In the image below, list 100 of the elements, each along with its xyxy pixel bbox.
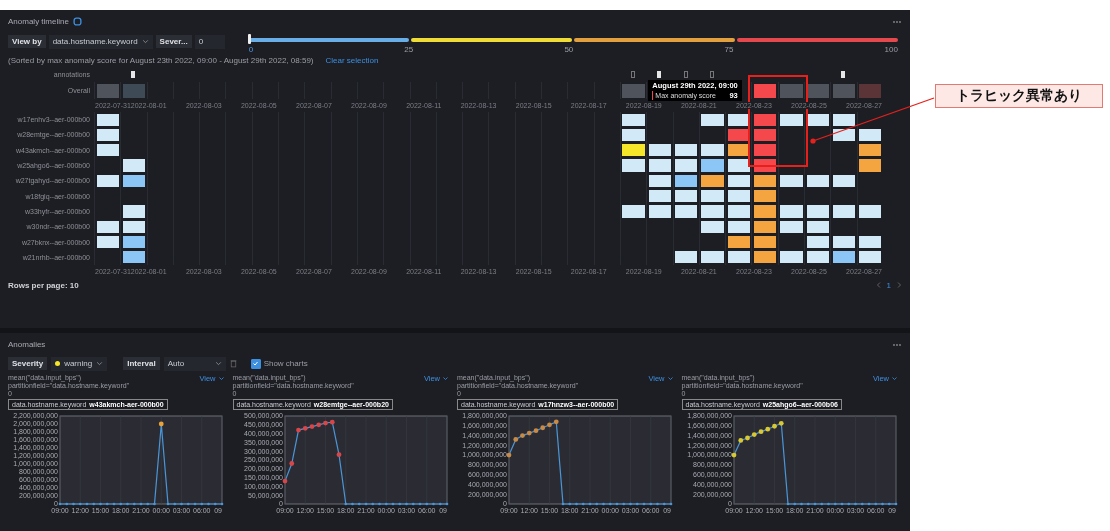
heatmap-cell[interactable]: [726, 127, 751, 143]
heatmap-cell[interactable]: [647, 173, 673, 188]
heatmap-cell[interactable]: [621, 82, 646, 99]
clear-selection-link[interactable]: Clear selection: [325, 56, 379, 65]
heatmap-cell[interactable]: [805, 173, 830, 188]
data-point[interactable]: [418, 502, 421, 506]
heatmap-cell[interactable]: [858, 127, 883, 143]
data-point[interactable]: [72, 502, 75, 506]
data-point[interactable]: [58, 502, 62, 506]
page-number[interactable]: 1: [886, 280, 891, 290]
heatmap-cell[interactable]: [726, 204, 751, 219]
data-point[interactable]: [540, 425, 546, 431]
heatmap-cell[interactable]: [752, 250, 778, 265]
heatmap-cell[interactable]: [647, 143, 673, 158]
heatmap-cell[interactable]: [647, 189, 673, 204]
heatmap-cell[interactable]: [805, 82, 830, 99]
heatmap-cell[interactable]: [621, 112, 646, 127]
data-point[interactable]: [771, 423, 777, 429]
data-point[interactable]: [608, 502, 612, 506]
data-point[interactable]: [860, 502, 864, 506]
data-point[interactable]: [615, 502, 619, 506]
heatmap-cell[interactable]: [674, 158, 699, 173]
data-point[interactable]: [220, 502, 224, 506]
data-point[interactable]: [424, 502, 428, 506]
heatmap-cell[interactable]: [674, 173, 699, 188]
heatmap-cell[interactable]: [647, 204, 673, 219]
data-point[interactable]: [867, 502, 870, 506]
data-point[interactable]: [153, 502, 156, 506]
data-point[interactable]: [751, 432, 757, 437]
data-point[interactable]: [180, 502, 183, 506]
data-point[interactable]: [737, 438, 743, 443]
heatmap-cell[interactable]: [726, 112, 751, 127]
data-point[interactable]: [744, 435, 750, 441]
heatmap-cell[interactable]: [95, 143, 120, 158]
heatmap-cell[interactable]: [726, 234, 751, 250]
data-point[interactable]: [662, 502, 666, 506]
data-point[interactable]: [112, 502, 116, 506]
heatmap-cell[interactable]: [858, 234, 883, 250]
heatmap-cell[interactable]: [121, 219, 147, 234]
data-point[interactable]: [806, 502, 810, 506]
data-point[interactable]: [364, 502, 367, 506]
heatmap-cell[interactable]: [700, 143, 725, 158]
heatmap-cell[interactable]: [726, 143, 751, 158]
heatmap-cell[interactable]: [726, 173, 751, 188]
data-point[interactable]: [158, 421, 164, 427]
data-point[interactable]: [568, 502, 572, 506]
heatmap-cell[interactable]: [752, 219, 778, 234]
data-point[interactable]: [213, 502, 217, 506]
heatmap-cell[interactable]: [121, 173, 147, 188]
data-point[interactable]: [397, 502, 401, 506]
data-point[interactable]: [132, 502, 136, 506]
data-point[interactable]: [894, 502, 897, 506]
data-point[interactable]: [792, 502, 796, 506]
heatmap-cell[interactable]: [121, 82, 147, 99]
heatmap-cell[interactable]: [95, 234, 120, 250]
heatmap-cell[interactable]: [779, 173, 804, 188]
heatmap-cell[interactable]: [621, 158, 646, 173]
data-point[interactable]: [445, 502, 448, 506]
heatmap-cell[interactable]: [674, 204, 699, 219]
heatmap-cell[interactable]: [831, 127, 857, 143]
data-point[interactable]: [656, 502, 659, 506]
heatmap-cell[interactable]: [858, 143, 883, 158]
heatmap-cell[interactable]: [805, 250, 830, 265]
heatmap-cell[interactable]: [95, 82, 120, 99]
heatmap-cell[interactable]: [95, 173, 120, 188]
data-point[interactable]: [826, 502, 830, 506]
heatmap-cell[interactable]: [858, 250, 883, 265]
heatmap-cell[interactable]: [700, 158, 725, 173]
heatmap-cell[interactable]: [752, 189, 778, 204]
data-point[interactable]: [561, 502, 565, 506]
heatmap-cell[interactable]: [700, 219, 725, 234]
heatmap-cell[interactable]: [752, 82, 778, 99]
heatmap-cell[interactable]: [858, 204, 883, 219]
data-point[interactable]: [506, 452, 512, 458]
annotation-marker[interactable]: [631, 71, 636, 78]
data-point[interactable]: [833, 502, 837, 506]
data-point[interactable]: [840, 502, 843, 506]
data-point[interactable]: [649, 502, 653, 506]
data-point[interactable]: [105, 502, 109, 506]
data-point[interactable]: [404, 502, 408, 506]
heatmap-cell[interactable]: [831, 112, 857, 127]
annotation-marker[interactable]: [841, 71, 846, 78]
data-point[interactable]: [391, 502, 394, 506]
data-point[interactable]: [119, 502, 123, 506]
heatmap-cell[interactable]: [805, 204, 830, 219]
trash-icon[interactable]: [229, 359, 237, 368]
data-point[interactable]: [873, 502, 877, 506]
data-point[interactable]: [581, 502, 585, 506]
heatmap-cell[interactable]: [674, 143, 699, 158]
annotation-marker[interactable]: [131, 71, 136, 78]
show-charts-checkbox[interactable]: [250, 358, 261, 369]
severity-input[interactable]: 0: [194, 34, 225, 49]
data-point[interactable]: [764, 426, 770, 432]
data-point[interactable]: [282, 478, 287, 484]
heatmap-cell[interactable]: [858, 82, 883, 99]
heatmap-cell[interactable]: [752, 127, 778, 143]
data-point[interactable]: [173, 502, 177, 506]
heatmap-cell[interactable]: [700, 204, 725, 219]
data-point[interactable]: [384, 502, 388, 506]
info-icon[interactable]: [72, 17, 82, 26]
